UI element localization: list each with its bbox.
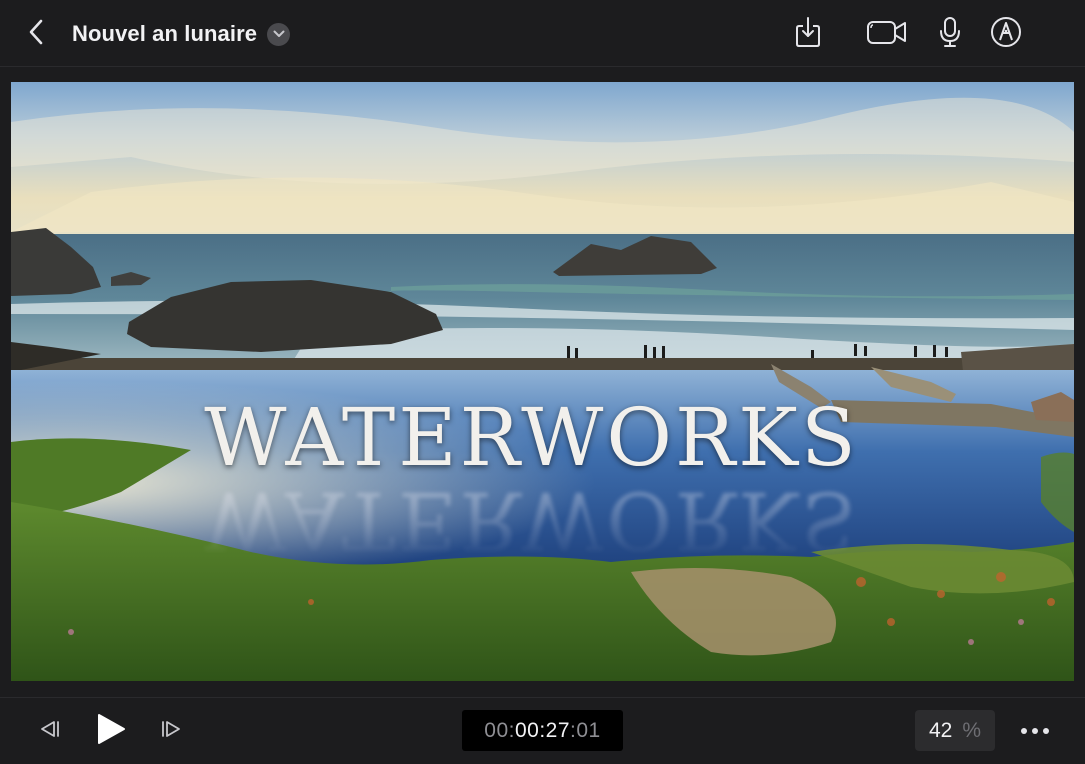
next-frame-button[interactable] bbox=[159, 718, 185, 744]
camera-button[interactable] bbox=[865, 16, 909, 52]
timecode-display[interactable]: 00: 00:27:01 bbox=[462, 710, 623, 751]
step-forward-icon bbox=[160, 719, 184, 744]
zoom-unit: % bbox=[962, 718, 982, 742]
toolbar-divider bbox=[0, 66, 1085, 67]
pen-tip-icon bbox=[990, 16, 1022, 53]
transport-bar: 00: 00:27:01 42 % bbox=[0, 697, 1085, 764]
timecode-frames: 01 bbox=[576, 718, 601, 742]
microphone-icon bbox=[939, 16, 961, 53]
top-toolbar: Nouvel an lunaire bbox=[0, 0, 1085, 66]
ellipsis-icon bbox=[1020, 722, 1050, 740]
video-viewer[interactable]: WATERWORKS WATERWORKS bbox=[11, 82, 1074, 681]
more-options-button[interactable] bbox=[1018, 720, 1052, 742]
project-title-menu[interactable]: Nouvel an lunaire bbox=[72, 19, 291, 49]
timecode-hours: 00: bbox=[484, 718, 515, 742]
play-button[interactable] bbox=[95, 713, 127, 750]
chevron-left-icon bbox=[28, 18, 44, 51]
markup-button[interactable] bbox=[990, 16, 1022, 52]
video-camera-icon bbox=[866, 18, 908, 51]
video-frame-image bbox=[11, 82, 1074, 681]
zoom-level-control[interactable]: 42 % bbox=[915, 710, 995, 751]
previous-frame-button[interactable] bbox=[36, 718, 62, 744]
share-download-icon bbox=[794, 16, 822, 53]
zoom-value: 42 bbox=[928, 718, 953, 742]
back-button[interactable] bbox=[22, 18, 50, 50]
step-backward-icon bbox=[37, 719, 61, 744]
timecode-min-sec: 00:27 bbox=[514, 718, 571, 742]
export-button[interactable] bbox=[792, 16, 824, 52]
play-icon bbox=[96, 713, 126, 750]
chevron-down-icon bbox=[267, 22, 291, 46]
voiceover-button[interactable] bbox=[938, 16, 962, 52]
project-title: Nouvel an lunaire bbox=[72, 21, 258, 46]
